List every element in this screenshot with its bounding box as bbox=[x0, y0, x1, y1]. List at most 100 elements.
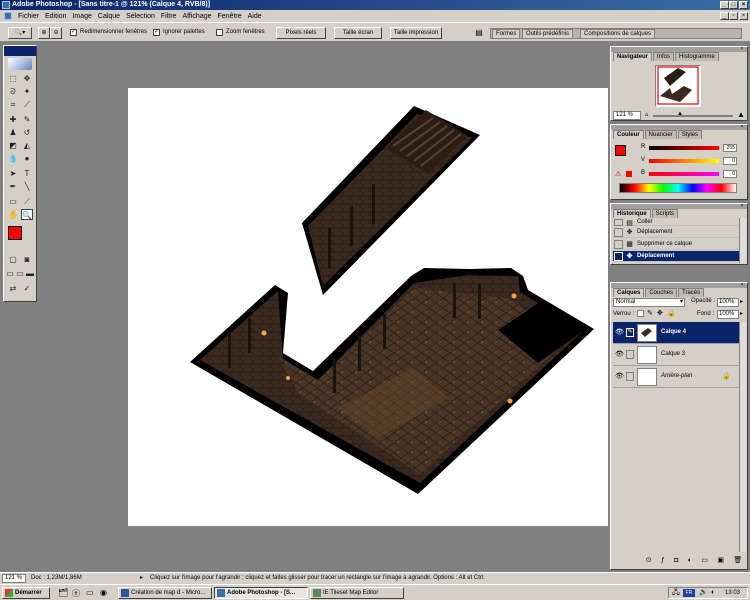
history-scrollbar[interactable] bbox=[739, 218, 746, 263]
eye-icon[interactable]: 👁 bbox=[615, 328, 624, 337]
brush-link-icon[interactable]: ✎ bbox=[626, 328, 634, 337]
shape-tool-icon[interactable]: ╲ bbox=[21, 181, 33, 192]
zoom-in-small-icon[interactable]: ▲ bbox=[737, 110, 745, 119]
tab-couches[interactable]: Couches bbox=[645, 288, 678, 297]
lock-all-icon[interactable]: 🔒 bbox=[667, 309, 676, 317]
adobe-feather-icon[interactable] bbox=[8, 58, 32, 70]
blur-tool-icon[interactable]: 💧 bbox=[7, 153, 19, 164]
menu-filtre[interactable]: Filtre bbox=[158, 13, 180, 20]
actual-pixels-button[interactable]: Pixels réels bbox=[276, 27, 326, 39]
start-button[interactable]: Démarrer bbox=[2, 587, 50, 599]
well-tab-compositions[interactable]: Compositions de calques bbox=[580, 29, 656, 38]
hand-tool-icon[interactable]: ✋ bbox=[7, 209, 19, 220]
document-canvas[interactable] bbox=[128, 88, 608, 526]
history-item[interactable]: ✥ Déplacement bbox=[613, 227, 739, 238]
channel-r-field[interactable]: 255 bbox=[723, 144, 737, 152]
history-item-selected[interactable]: ✥ Déplacement bbox=[613, 251, 739, 262]
history-source-box[interactable] bbox=[614, 252, 623, 261]
lasso-tool-icon[interactable]: ᘐ bbox=[7, 86, 19, 97]
healing-brush-tool-icon[interactable]: ✚ bbox=[7, 114, 19, 125]
tab-calques[interactable]: Calques bbox=[613, 288, 645, 297]
menu-fenetre[interactable]: Fenêtre bbox=[215, 13, 245, 20]
channel-v-field[interactable]: 0 bbox=[723, 157, 737, 165]
doc-close-button[interactable]: × bbox=[739, 12, 748, 20]
tab-infos[interactable]: Infos bbox=[653, 52, 675, 61]
blend-mode-select[interactable]: Normal ▾ bbox=[613, 298, 685, 307]
tab-styles[interactable]: Styles bbox=[677, 130, 703, 139]
channel-b-field[interactable]: 0 bbox=[723, 170, 737, 178]
tab-couleur[interactable]: Couleur bbox=[613, 130, 644, 139]
new-layer-icon[interactable]: ▣ bbox=[717, 556, 724, 566]
clone-stamp-tool-icon[interactable]: ♟ bbox=[7, 127, 19, 138]
fill-arrow-icon[interactable]: ▸ bbox=[740, 310, 743, 317]
magic-wand-tool-icon[interactable]: ✦ bbox=[21, 86, 33, 97]
palette-well-icon[interactable]: ▤ bbox=[474, 27, 484, 39]
layer-row[interactable]: 👁 Calque 3 bbox=[613, 344, 739, 366]
history-item[interactable]: ▦ Supprimer ce calque bbox=[613, 239, 739, 250]
color-ramp[interactable] bbox=[619, 183, 737, 193]
task-word[interactable]: Création de map d - Micro... bbox=[118, 587, 212, 599]
jump-to-imageready-icon[interactable]: ⇄ bbox=[7, 283, 19, 294]
adjustment-layer-icon[interactable]: ◐ bbox=[688, 556, 692, 566]
screen-mode-full-icon[interactable]: ▬ bbox=[25, 268, 35, 279]
dodge-tool-icon[interactable]: ● bbox=[21, 153, 33, 164]
task-map-editor[interactable]: IE Tileset Map Editor bbox=[310, 587, 404, 599]
volume-icon[interactable]: 🔊 bbox=[699, 588, 708, 598]
layer-name[interactable]: Calque 3 bbox=[661, 351, 685, 357]
eye-icon[interactable]: 👁 bbox=[615, 350, 624, 359]
zoom-in-icon[interactable]: ⊕ bbox=[38, 27, 50, 39]
zoom-tool-icon[interactable]: 🔍 bbox=[21, 209, 33, 220]
status-zoom-field[interactable]: 121 % bbox=[2, 574, 26, 583]
zoom-out-icon[interactable]: ⊖ bbox=[50, 27, 62, 39]
doc-minimize-button[interactable]: _ bbox=[720, 12, 729, 20]
opacity-field[interactable]: 100% bbox=[717, 298, 739, 307]
channel-v-slider[interactable] bbox=[649, 159, 719, 163]
opacity-arrow-icon[interactable]: ▸ bbox=[740, 298, 743, 305]
menu-image[interactable]: Image bbox=[69, 13, 94, 20]
well-tab-outils[interactable]: Outils prédéfinis bbox=[522, 29, 574, 38]
tool-preset-picker[interactable]: 🔍▾ bbox=[8, 27, 32, 39]
desktop-icon[interactable]: ▭ bbox=[86, 588, 94, 597]
menu-edition[interactable]: Edition bbox=[42, 13, 69, 20]
path-selection-tool-icon[interactable]: ➤ bbox=[7, 168, 19, 179]
tab-nuancier[interactable]: Nuancier bbox=[644, 130, 677, 139]
close-icon[interactable]: × bbox=[739, 47, 745, 52]
language-icon[interactable]: FR bbox=[683, 589, 695, 597]
gamut-color-chip[interactable] bbox=[626, 171, 632, 177]
close-icon[interactable]: × bbox=[739, 125, 745, 130]
minimize-button[interactable]: _ bbox=[720, 1, 729, 9]
navigator-zoom-field[interactable]: 121 % bbox=[613, 111, 641, 120]
fit-screen-button[interactable]: Taille écran bbox=[334, 27, 382, 39]
layer-style-icon[interactable]: ƒ bbox=[661, 556, 665, 566]
history-brush-tool-icon[interactable]: ↺ bbox=[21, 127, 33, 138]
zoom-out-small-icon[interactable]: ▵ bbox=[645, 110, 649, 118]
channel-r-slider[interactable] bbox=[649, 146, 719, 150]
tab-traces[interactable]: Tracés bbox=[678, 288, 705, 297]
marquee-tool-icon[interactable]: ⬚ bbox=[7, 73, 19, 84]
lock-position-icon[interactable]: ✥ bbox=[657, 309, 663, 317]
history-source-box[interactable] bbox=[614, 228, 623, 237]
lock-transparency-icon[interactable] bbox=[637, 310, 644, 317]
navigator-zoom-slider[interactable] bbox=[653, 115, 733, 117]
channel-b-slider[interactable] bbox=[649, 172, 719, 176]
explorer-icon[interactable]: 🗂 bbox=[58, 588, 68, 597]
color-foreground-swatch[interactable] bbox=[615, 145, 626, 156]
eraser-tool-icon[interactable]: ◩ bbox=[7, 140, 19, 151]
tab-histogramme[interactable]: Histogramme bbox=[675, 52, 719, 61]
type-tool-icon[interactable]: T bbox=[21, 168, 33, 179]
new-group-icon[interactable]: ▭ bbox=[701, 556, 708, 566]
menu-aide[interactable]: Aide bbox=[245, 13, 265, 20]
tab-navigator[interactable]: Navigateur bbox=[613, 52, 653, 61]
status-arrow-icon[interactable]: ▸ bbox=[140, 574, 143, 583]
menu-selection[interactable]: Sélection bbox=[123, 13, 158, 20]
history-item[interactable]: ▤ Coller bbox=[613, 218, 739, 227]
link-box[interactable] bbox=[626, 350, 634, 359]
doc-restore-button[interactable]: ▫ bbox=[729, 12, 738, 20]
tab-scripts[interactable]: Scripts bbox=[651, 209, 679, 218]
history-source-box[interactable] bbox=[614, 240, 623, 249]
toolbox-header[interactable] bbox=[4, 46, 36, 56]
standard-mode-icon[interactable]: ▢ bbox=[7, 254, 19, 265]
zoom-windows-checkbox[interactable] bbox=[216, 29, 223, 36]
menu-calque[interactable]: Calque bbox=[95, 13, 123, 20]
brush-tool-icon[interactable]: ✎ bbox=[21, 114, 33, 125]
